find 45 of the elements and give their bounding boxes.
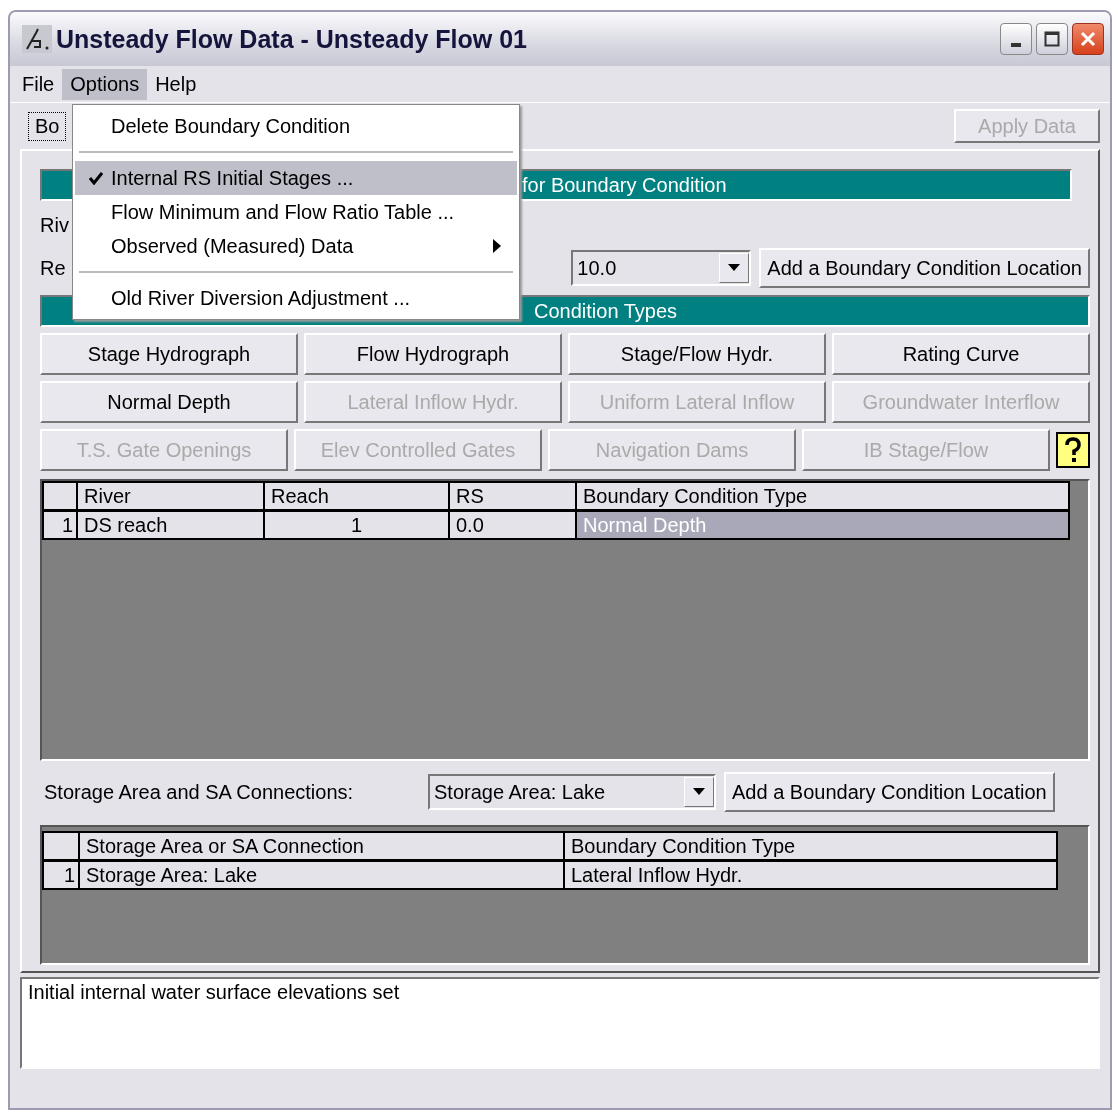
app-icon: [22, 25, 52, 53]
column-header: Boundary Condition Type: [564, 832, 1057, 861]
column-header: Storage Area or SA Connection: [79, 832, 564, 861]
table-cell: 1: [264, 510, 449, 539]
status-message: Initial internal water surface elevations set: [28, 981, 400, 1003]
maximize-icon: [1044, 31, 1060, 47]
minimize-button[interactable]: [1000, 23, 1032, 55]
row-number: 1: [43, 860, 79, 889]
boundary-type-button[interactable]: Stage Hydrograph: [40, 333, 298, 375]
column-header: Reach: [264, 482, 449, 511]
minimize-icon: [1011, 43, 1021, 47]
reach-label: Re: [40, 256, 67, 280]
menu-option[interactable]: Delete Boundary Condition: [75, 109, 517, 143]
boundary-type-button[interactable]: Normal Depth: [40, 381, 298, 423]
help-icon[interactable]: [1056, 432, 1090, 468]
boundary-type-button[interactable]: Flow Hydrograph: [304, 333, 562, 375]
checkmark-icon: [89, 171, 103, 185]
maximize-button[interactable]: [1036, 23, 1068, 55]
table-cell: Storage Area: Lake: [79, 860, 564, 889]
column-header: River: [77, 482, 264, 511]
menu-option[interactable]: Internal RS Initial Stages ...: [75, 161, 517, 195]
storage-area-select[interactable]: Storage Area: Lake: [428, 774, 716, 810]
menu-item[interactable]: Options: [62, 68, 148, 100]
table-cell[interactable]: Lateral Inflow Hydr.: [564, 860, 1057, 889]
add-location-button[interactable]: Add a Boundary Condition Location: [724, 772, 1055, 812]
add-location-button[interactable]: Add a Boundary Condition Location: [759, 248, 1090, 288]
window-title: Unsteady Flow Data - Unsteady Flow 01: [56, 24, 528, 54]
menu-item[interactable]: File: [14, 68, 63, 100]
river-label: Riv: [40, 213, 69, 237]
rs-select[interactable]: 10.0: [571, 250, 752, 286]
tab[interactable]: Bo: [28, 111, 67, 141]
table-cell: 0.0: [449, 510, 576, 539]
dropdown-caret-icon: [693, 788, 705, 796]
row-number: 1: [43, 510, 77, 539]
submenu-arrow-icon: [493, 239, 501, 253]
close-button[interactable]: [1072, 23, 1104, 55]
column-header: RS: [449, 482, 576, 511]
table-cell: DS reach: [77, 510, 264, 539]
close-icon: [1080, 31, 1096, 47]
menu-option[interactable]: Observed (Measured) Data: [75, 229, 517, 263]
boundary-type-button[interactable]: Rating Curve: [832, 333, 1090, 375]
dropdown-caret-icon: [728, 264, 741, 272]
menu-item[interactable]: Help: [147, 68, 205, 100]
storage-area-label: Storage Area and SA Connections:: [43, 780, 355, 804]
boundary-type-button[interactable]: Stage/Flow Hydr.: [568, 333, 826, 375]
